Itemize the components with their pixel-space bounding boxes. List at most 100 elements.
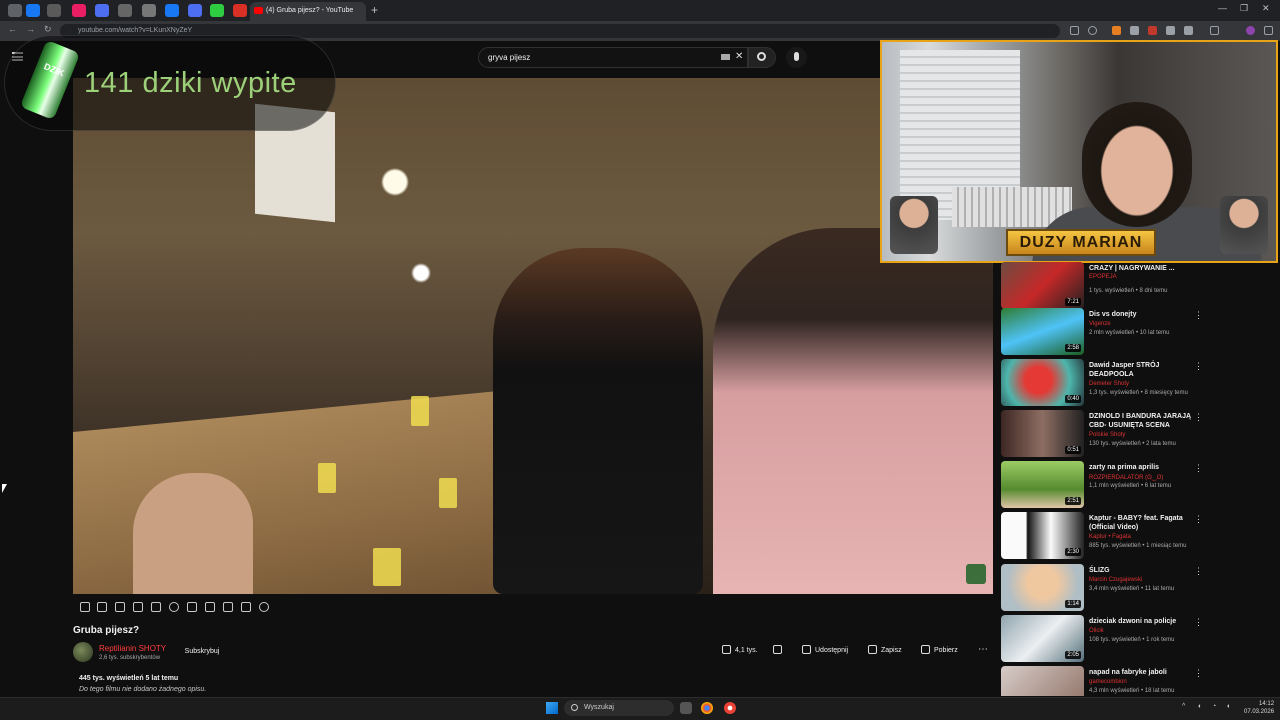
recommendation-thumbnail[interactable]	[1001, 666, 1084, 696]
screenshot-icon[interactable]	[223, 602, 233, 612]
channel-name-link[interactable]: Reptilianin SHOTY	[99, 644, 166, 653]
kebab-menu-icon[interactable]: ⋮	[1194, 566, 1203, 577]
chapters-icon[interactable]	[133, 602, 143, 612]
recommendation-channel[interactable]: gamecombion	[1089, 679, 1127, 685]
recommendation-item[interactable]: 0:51 DZINOLD I BANDURA JARAJĄ CBD- USUNI…	[1001, 410, 1271, 457]
recommendation-thumbnail[interactable]: 0:40	[1001, 359, 1084, 406]
recommendation-title[interactable]: zarty na prima aprilis	[1089, 463, 1194, 472]
channel-avatar[interactable]	[73, 642, 93, 662]
active-tab[interactable]: (4) Gruba pijesz? - YouTube	[250, 2, 366, 21]
tab-favicon[interactable]	[8, 4, 22, 17]
keyboard-icon[interactable]	[721, 54, 730, 60]
recommendation-title[interactable]: DZINOLD I BANDURA JARAJĄ CBD- USUNIĘTA S…	[1089, 412, 1194, 430]
recommendation-channel[interactable]: Olicik	[1089, 628, 1104, 634]
theater-icon[interactable]	[187, 602, 197, 612]
recommendation-title[interactable]: napad na fabryke jaboli	[1089, 668, 1194, 677]
download-button[interactable]: Pobierz	[921, 645, 958, 659]
back-icon[interactable]: ←	[8, 24, 17, 34]
extension-icon[interactable]	[1148, 26, 1157, 35]
extension-icon[interactable]	[1130, 26, 1139, 35]
kebab-menu-icon[interactable]: ⋮	[1194, 617, 1203, 628]
more-actions-button[interactable]: ⋯	[978, 644, 988, 655]
recommendation-title[interactable]: Kaptur - BABY? feat. Fagata (Official Vi…	[1089, 514, 1194, 532]
recommendation-channel[interactable]: Demeter Shoty	[1089, 381, 1129, 387]
miniplayer-icon[interactable]	[151, 602, 161, 612]
extension-icon[interactable]	[1070, 26, 1079, 35]
forward-icon[interactable]: →	[26, 24, 35, 34]
voice-search-button[interactable]	[786, 47, 807, 68]
chrome-icon[interactable]	[701, 702, 713, 714]
kebab-menu-icon[interactable]: ⋮	[1194, 361, 1203, 372]
recommendation-channel[interactable]: Vigenze	[1089, 321, 1111, 327]
recommendation-channel[interactable]: Polskie Shoty	[1089, 432, 1125, 438]
tray-app-icon[interactable]: ◐	[1198, 703, 1202, 710]
subtitles-icon[interactable]	[115, 602, 125, 612]
recommendation-thumbnail[interactable]: 2:30	[1001, 512, 1084, 559]
task-view-icon[interactable]	[680, 702, 692, 714]
tab-favicon[interactable]	[165, 4, 179, 17]
recommendation-item[interactable]: 2:30 Kaptur - BABY? feat. Fagata (Offici…	[1001, 512, 1271, 559]
extension-icon[interactable]	[1112, 26, 1121, 35]
recommendation-channel[interactable]: EPOPEJA	[1089, 274, 1117, 280]
share-button[interactable]: Udostępnij	[802, 645, 848, 659]
recommendation-title[interactable]: Dis vs donejty	[1089, 310, 1194, 319]
recommendation-thumbnail[interactable]: 2:05	[1001, 615, 1084, 662]
tab-favicon[interactable]	[188, 4, 202, 17]
close-window-button[interactable]: ✕	[1262, 3, 1270, 14]
recommendation-thumbnail[interactable]: 2:58	[1001, 308, 1084, 355]
speed-icon[interactable]	[169, 602, 179, 612]
kebab-menu-icon[interactable]: ⋮	[1194, 412, 1203, 423]
tab-favicon[interactable]	[118, 4, 132, 17]
recommendation-channel[interactable]: Marcin Czugajewski	[1089, 577, 1142, 583]
bookmark-star-icon[interactable]	[1088, 26, 1097, 35]
like-button[interactable]: 4,1 tys.	[722, 645, 758, 659]
recommendation-item[interactable]: 7:21 CRAZY | NAGRYWANIE ... EPOPEJA 1 ty…	[1001, 262, 1271, 309]
flask-icon[interactable]	[241, 602, 251, 612]
extension-icon[interactable]	[1184, 26, 1193, 35]
volume-icon[interactable]: ◖	[1226, 703, 1230, 710]
recommendation-item[interactable]: 2:05 dzieciak dzwoni na policje Olicik 1…	[1001, 615, 1271, 662]
recommendation-channel[interactable]: Kaptur • Fagata	[1089, 534, 1131, 540]
recommendation-item[interactable]: 2:51 zarty na prima aprilis ROZPIERDALAT…	[1001, 461, 1271, 508]
tray-chevron-icon[interactable]: ^	[1182, 703, 1185, 710]
taskbar-search-box[interactable]: Wyszukaj	[564, 700, 674, 716]
recommendation-title[interactable]: ŚLIZG	[1089, 566, 1194, 575]
recommendation-thumbnail[interactable]: 7:21	[1001, 262, 1084, 309]
clock[interactable]: 14:12 07.03.2026	[1244, 700, 1274, 716]
tab-favicon[interactable]	[95, 4, 109, 17]
menu-dots-icon[interactable]	[1264, 26, 1273, 35]
kebab-menu-icon[interactable]: ⋮	[1194, 463, 1203, 474]
recommendation-item[interactable]: 2:58 Dis vs donejty Vigenze 2 mln wyświe…	[1001, 308, 1271, 355]
dislike-button[interactable]	[773, 645, 786, 659]
settings-gear-icon[interactable]	[259, 602, 269, 612]
recommendation-item[interactable]: napad na fabryke jaboli gamecombion 4,3 …	[1001, 666, 1271, 696]
audio-icon[interactable]	[97, 602, 107, 612]
recommendation-thumbnail[interactable]: 0:51	[1001, 410, 1084, 457]
tab-favicon[interactable]	[142, 4, 156, 17]
download-icon[interactable]	[1210, 26, 1219, 35]
recommendation-channel[interactable]: ROZPIERDALATOR (ʘ‿ʘ)	[1089, 474, 1163, 481]
video-player[interactable]	[73, 78, 993, 594]
recommendation-title[interactable]: dzieciak dzwoni na policje	[1089, 617, 1194, 626]
tab-favicon[interactable]	[47, 4, 61, 17]
subscribe-button[interactable]: Subskrybuj	[176, 645, 228, 659]
recommendation-thumbnail[interactable]: 2:51	[1001, 461, 1084, 508]
network-icon[interactable]: ◔	[1212, 703, 1216, 710]
reload-icon[interactable]: ↻	[44, 24, 52, 35]
pip-icon[interactable]	[205, 602, 215, 612]
windows-start-icon[interactable]	[546, 702, 558, 714]
kebab-menu-icon[interactable]: ⋮	[1194, 514, 1203, 525]
recommendation-thumbnail[interactable]: 1:14	[1001, 564, 1084, 611]
save-button[interactable]: Zapisz	[868, 645, 902, 659]
clear-search-icon[interactable]: ✕	[735, 51, 743, 62]
chrome-icon[interactable]	[724, 702, 736, 714]
search-input[interactable]: gryva pijesz ✕	[478, 47, 748, 68]
recommendation-item[interactable]: 0:40 Dawid Jasper STRÓJ DEADPOOLA Demete…	[1001, 359, 1271, 406]
recommendation-title[interactable]: CRAZY | NAGRYWANIE ...	[1089, 264, 1194, 273]
recommendation-item[interactable]: 1:14 ŚLIZG Marcin Czugajewski 3,4 mln wy…	[1001, 564, 1271, 611]
extension-icon[interactable]	[1166, 26, 1175, 35]
new-tab-button[interactable]: +	[371, 3, 378, 17]
loop-icon[interactable]	[80, 602, 90, 612]
kebab-menu-icon[interactable]: ⋮	[1194, 668, 1203, 679]
profile-icon[interactable]	[1246, 26, 1255, 35]
